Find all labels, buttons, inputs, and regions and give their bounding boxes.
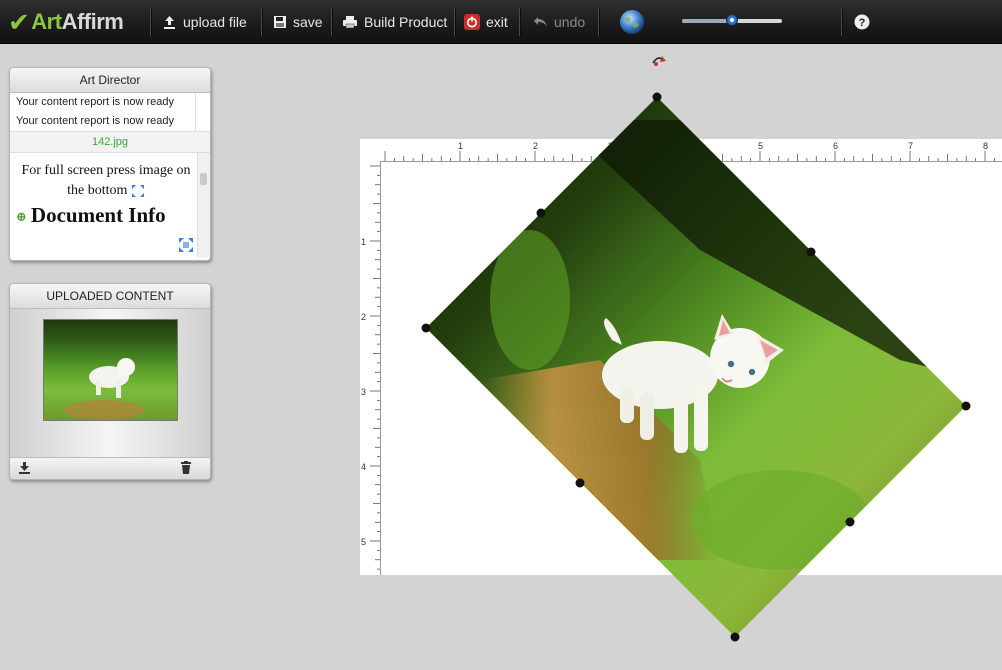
report-message[interactable]: Your content report is now ready [10, 93, 196, 112]
art-director-title: Art Director [10, 68, 210, 93]
document-info-label: Document Info [30, 203, 166, 227]
rotate-handle-icon[interactable] [652, 56, 666, 66]
info-scrollbar[interactable] [197, 153, 210, 257]
fullscreen-hint: For full screen press image on the botto… [21, 163, 191, 198]
resize-handle-top[interactable] [652, 92, 662, 102]
resize-handle-bottom-right-mid[interactable] [845, 517, 855, 527]
document-info-toggle[interactable]: ⊕ Document Info [10, 203, 210, 228]
fullscreen-hint-wrap: For full screen press image on the botto… [10, 153, 210, 201]
download-icon[interactable] [18, 461, 31, 474]
art-director-panel: Art Director Your content report is now … [9, 67, 211, 261]
uploaded-content-title: UPLOADED CONTENT [10, 284, 210, 309]
art-director-info: For full screen press image on the botto… [10, 153, 210, 257]
uploaded-content-panel: UPLOADED CONTENT [9, 283, 211, 480]
kitten-photo[interactable]: · [426, 97, 980, 637]
fullscreen-icon [131, 184, 144, 197]
uploaded-content-body [10, 309, 210, 457]
report-message[interactable]: Your content report is now ready [10, 112, 196, 131]
resize-handle-top-right-mid[interactable] [806, 247, 816, 257]
info-scrollbar-thumb[interactable] [200, 173, 207, 185]
current-filename[interactable]: 142.jpg [10, 131, 210, 153]
resize-handle-bottom-left-mid[interactable] [575, 478, 585, 488]
uploaded-content-footer [10, 457, 210, 479]
resize-handle-right[interactable] [961, 401, 971, 411]
resize-handle-top-left-mid[interactable] [536, 208, 546, 218]
photo-grass [690, 470, 870, 570]
trash-icon[interactable] [180, 461, 192, 474]
resize-handle-left[interactable] [421, 323, 431, 333]
photo-grass [490, 230, 570, 370]
resize-handle-bottom[interactable] [730, 632, 740, 642]
fullscreen-expand-icon[interactable] [178, 237, 194, 253]
expand-plus-icon: ⊕ [16, 209, 27, 225]
thumbnail-kitten [64, 358, 144, 420]
uploaded-image-thumbnail[interactable] [43, 319, 178, 421]
report-list: Your content report is now ready Your co… [10, 93, 210, 131]
